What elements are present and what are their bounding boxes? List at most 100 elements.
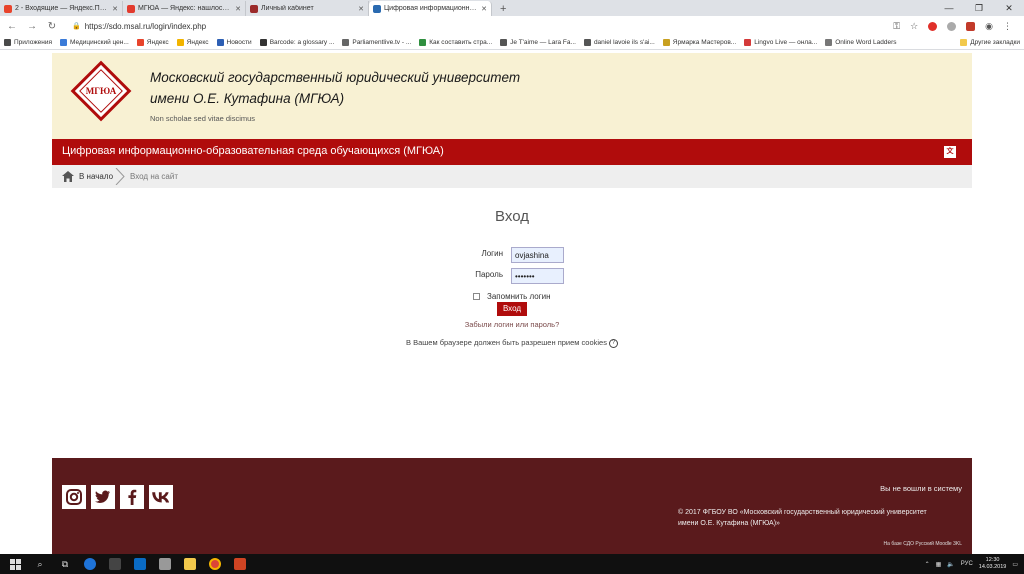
task-view-icon[interactable]: ⧉: [55, 554, 75, 574]
bookmark-item[interactable]: Lingvo Live — онла...: [744, 39, 817, 46]
logo-text: МГЮА: [86, 86, 117, 96]
close-tab-icon[interactable]: ✕: [358, 5, 364, 13]
forward-arrow-icon[interactable]: →: [26, 21, 38, 32]
bookmark-item[interactable]: Parliamentlive.tv - ...: [342, 39, 411, 46]
clock-time: 12:30: [985, 557, 1000, 563]
moodle-favicon-icon: [373, 4, 381, 13]
browser-tab[interactable]: МГЮА — Яндекс: нашлось 404... ✕: [123, 1, 246, 16]
bookmark-label: Как составить стра...: [429, 39, 493, 46]
outlook-icon[interactable]: [130, 554, 150, 574]
extension-icon[interactable]: [966, 21, 976, 31]
key-icon[interactable]: ⚿: [893, 21, 900, 32]
clock-date: 14.03.2019: [978, 564, 1007, 570]
language-icon[interactable]: 文A: [944, 146, 956, 167]
menu-kebab-icon[interactable]: ⋮: [1003, 21, 1012, 32]
reload-icon[interactable]: ↻: [46, 21, 58, 32]
folder-icon: [960, 39, 968, 46]
volume-icon[interactable]: 🔈: [947, 561, 954, 568]
bookmark-label: Новости: [226, 39, 252, 46]
not-logged-in-text: Вы не вошли в систему: [880, 484, 962, 493]
mail-icon[interactable]: [155, 554, 175, 574]
close-tab-icon[interactable]: ✕: [112, 5, 118, 13]
opera-extension-icon[interactable]: [928, 21, 938, 31]
chrome-icon[interactable]: [205, 554, 225, 574]
university-logo[interactable]: МГЮА: [70, 60, 132, 122]
bookmark-favicon-icon: [342, 39, 350, 46]
keyboard-language[interactable]: РУС: [961, 561, 973, 567]
url-text[interactable]: https://sdo.msal.ru/login/index.php: [85, 22, 206, 31]
login-title: Вход: [495, 208, 529, 225]
motto: Non scholae sed vitae discimus: [150, 114, 256, 123]
site-title[interactable]: Цифровая информационно-образовательная с…: [62, 145, 444, 157]
password-input[interactable]: [511, 268, 564, 284]
store-icon[interactable]: [105, 554, 125, 574]
bookmark-item[interactable]: daniel lavoie ils s'ai...: [583, 39, 655, 46]
vk-icon[interactable]: [149, 485, 173, 509]
help-icon[interactable]: ?: [608, 338, 618, 348]
maximize-icon[interactable]: ❐: [964, 0, 994, 16]
bookmark-favicon-icon: [60, 39, 68, 46]
explorer-folder-icon[interactable]: [180, 554, 200, 574]
breadcrumb: В начало Вход на сайт: [52, 165, 972, 188]
back-arrow-icon[interactable]: ←: [6, 21, 18, 32]
browser-toolbar: ← → ↻ 🔒 https://sdo.msal.ru/login/index.…: [0, 16, 1024, 36]
bookmark-favicon-icon: [176, 39, 184, 46]
system-tray: ⌃ ▦ 🔈 РУС 12:30 14.03.2019 ▭: [925, 554, 1018, 574]
network-icon[interactable]: ▦: [936, 561, 942, 568]
edge-browser-icon[interactable]: [80, 554, 100, 574]
minimize-icon[interactable]: —: [934, 0, 964, 16]
new-tab-button[interactable]: +: [492, 1, 514, 16]
bookmark-label: Barcode: a glossary ...: [269, 39, 335, 46]
tab-label: Личный кабинет: [261, 5, 314, 12]
browser-tab-active[interactable]: Цифровая информационно-об... ✕: [369, 1, 492, 16]
clock[interactable]: 12:30 14.03.2019: [979, 557, 1007, 571]
instagram-icon[interactable]: [62, 485, 86, 509]
bookmark-item[interactable]: Новости: [216, 39, 252, 46]
bookmark-favicon-icon: [500, 39, 508, 46]
bookmark-item[interactable]: Barcode: a glossary ...: [259, 39, 335, 46]
bookmark-item[interactable]: Медицинский цен...: [60, 39, 129, 46]
moodle-credit[interactable]: На базе СДО Русский Moodle 3KL: [884, 541, 962, 547]
search-icon[interactable]: ⌕: [30, 554, 50, 574]
bookmark-item[interactable]: Je T'aime — Lara Fa...: [500, 39, 576, 46]
close-tab-icon[interactable]: ✕: [235, 5, 241, 13]
close-tab-icon[interactable]: ✕: [481, 5, 487, 13]
twitter-icon[interactable]: [91, 485, 115, 509]
forgot-password-text[interactable]: Забыли логин или пароль?: [465, 320, 560, 329]
notifications-icon[interactable]: ▭: [1012, 561, 1018, 568]
bookmarks-bar: Приложения Медицинский цен... Яндекс Яндекс…: [0, 36, 1024, 50]
bookmark-item[interactable]: Online Word Ladders: [825, 39, 897, 46]
bookmark-item[interactable]: Яндекс: [176, 39, 209, 46]
copyright-line2: имени О.Е. Кутафина (МГЮА)»: [678, 520, 780, 527]
username-input[interactable]: [511, 247, 564, 263]
extension-icon[interactable]: [947, 21, 957, 31]
bookmark-label: Parliamentlive.tv - ...: [352, 39, 412, 46]
copyright: © 2017 ФГБОУ ВО «Московский государствен…: [678, 507, 958, 529]
account-icon[interactable]: ◉: [985, 21, 993, 32]
powerpoint-icon[interactable]: [230, 554, 250, 574]
bookmark-item[interactable]: Ярмарка Мастеров...: [662, 39, 736, 46]
windows-start-icon[interactable]: [5, 554, 25, 574]
bookmark-label: Яндекс: [186, 39, 209, 46]
other-bookmarks[interactable]: Другие закладки: [960, 39, 1020, 46]
browser-tab[interactable]: Личный кабинет ✕: [246, 1, 369, 16]
home-icon[interactable]: [62, 171, 74, 182]
close-window-icon[interactable]: ✕: [994, 0, 1024, 16]
address-bar[interactable]: 🔒 https://sdo.msal.ru/login/index.php: [66, 18, 885, 34]
bookmark-item[interactable]: Яндекс: [136, 39, 169, 46]
star-bookmark-icon[interactable]: ☆: [910, 21, 918, 32]
tab-label: МГЮА — Яндекс: нашлось 404...: [138, 5, 232, 12]
login-button[interactable]: Вход: [497, 302, 527, 316]
remember-login-checkbox[interactable]: [473, 293, 480, 300]
bookmark-item[interactable]: Приложения: [4, 39, 52, 46]
bookmark-item[interactable]: Как составить стра...: [419, 39, 492, 46]
bookmark-favicon-icon: [825, 39, 833, 46]
cookies-note-text: В Вашем браузере должен быть разрешен пр…: [406, 338, 607, 347]
tray-arrow-icon[interactable]: ⌃: [925, 561, 930, 568]
tab-label: 2 - Входящие — Яндекс.Почта: [15, 5, 110, 12]
university-name-line1: Московский государственный юридический у…: [150, 70, 521, 85]
bookmark-label: Медицинский цен...: [70, 39, 129, 46]
facebook-icon[interactable]: [120, 485, 144, 509]
breadcrumb-home-link[interactable]: В начало: [79, 172, 113, 181]
browser-tab[interactable]: 2 - Входящие — Яндекс.Почта ✕: [0, 1, 123, 16]
